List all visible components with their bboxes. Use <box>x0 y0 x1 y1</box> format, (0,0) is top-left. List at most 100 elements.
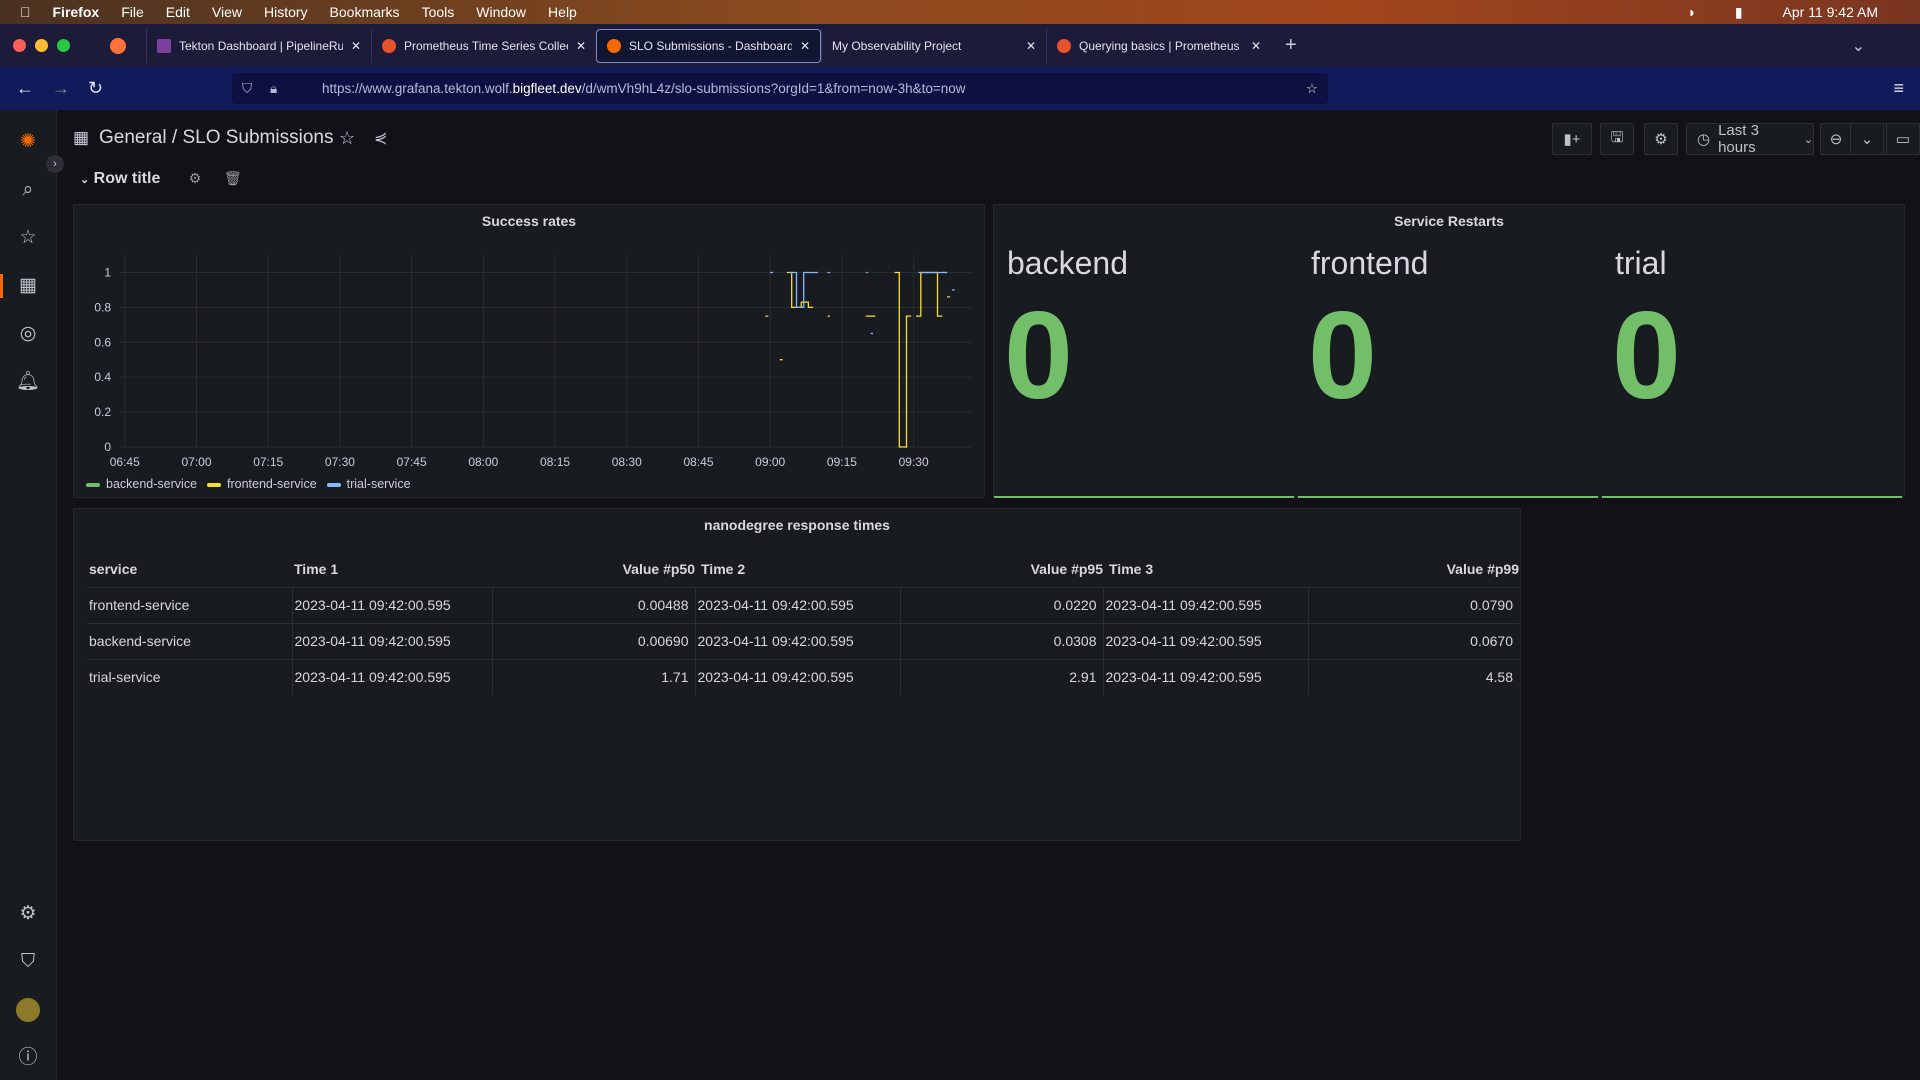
minimize-window-button[interactable] <box>35 39 48 52</box>
navigation-bar: ← → ↻ ⛉ 🔒︎ https://www.grafana.tekton.wo… <box>0 67 1920 110</box>
menu-tools[interactable]: Tools <box>422 4 455 20</box>
dashboard-grid-icon: ▦ <box>73 128 90 147</box>
prometheus-icon <box>382 38 396 53</box>
close-tab-icon[interactable]: ✕ <box>576 39 586 53</box>
configuration-gear-icon[interactable]: ⚙ <box>16 902 40 926</box>
success-rates-panel[interactable]: Success rates 0 0.2 0.4 0.6 0.8 1 06:45 07:00 07… <box>73 204 985 498</box>
dashboard-settings-button[interactable]: ⚙ <box>1644 123 1678 155</box>
tab-slo-submissions[interactable]: SLO Submissions - Dashboards ✕ <box>596 28 821 63</box>
chart-legend: backend-service frontend-service trial-s… <box>86 477 411 491</box>
tab-prometheus[interactable]: Prometheus Time Series Collection✕ <box>371 28 596 63</box>
table-row: backend-service 2023-04-11 09:42:00.595 0.… <box>87 622 1519 659</box>
breadcrumb: General / SLO Submissions <box>99 127 334 148</box>
page-title[interactable]: SLO Submissions <box>182 127 333 148</box>
app-menu-icon[interactable]: ≡ <box>1893 78 1904 99</box>
zoom-out-button[interactable]: ⊖ <box>1820 123 1852 155</box>
legend-backend[interactable]: backend-service <box>86 477 197 491</box>
table-row: frontend-service 2023-04-11 09:42:00.595 0… <box>87 586 1519 623</box>
server-admin-shield-icon[interactable]: ⛉ <box>16 950 40 974</box>
x-tick-label: 07:45 <box>397 455 427 469</box>
grafana-sidebar: ✺ › ⌕ ☆ ▦ ◎ 🔔︎ ⚙ ⛉ ⓘ <box>0 110 64 1080</box>
tab-observability-project[interactable]: My Observability Project ✕ <box>821 28 1046 63</box>
series-line-trial-service <box>770 271 955 335</box>
response-times-panel[interactable]: nanodegree response times service Time 1… <box>73 508 1521 841</box>
menu-window[interactable]: Window <box>476 4 526 20</box>
apple-icon[interactable]:  <box>20 4 31 20</box>
service-restarts-panel[interactable]: Service Restarts backend 0 frontend 0 tria… <box>993 204 1905 498</box>
explore-compass-icon[interactable]: ◎ <box>16 322 40 346</box>
save-dashboard-button[interactable]: 🖫︎ <box>1600 123 1634 155</box>
legend-frontend[interactable]: frontend-service <box>207 477 317 491</box>
time-picker[interactable]: ◷ Last 3 hours ⌄ <box>1686 122 1814 156</box>
new-tab-button[interactable]: + <box>1285 34 1297 57</box>
back-button[interactable]: ← <box>16 78 34 99</box>
menu-edit[interactable]: Edit <box>166 4 190 20</box>
dashboards-icon[interactable]: ▦ <box>16 274 40 298</box>
y-tick-label: 0.2 <box>94 405 111 419</box>
row-header[interactable]: ⌄ Row title ⚙ 🗑︎ <box>80 170 242 188</box>
close-tab-icon[interactable]: ✕ <box>1251 39 1261 53</box>
x-tick-label: 07:15 <box>253 455 283 469</box>
column-header[interactable]: Value #p95 <box>900 551 1103 587</box>
grafana-logo-icon[interactable]: ✺ <box>16 130 40 154</box>
firefox-icon[interactable] <box>110 37 126 54</box>
clock[interactable]: Apr 11 9:42 AM <box>1783 4 1878 20</box>
active-indicator <box>0 274 3 298</box>
menu-help[interactable]: Help <box>548 4 577 20</box>
panel-title: Service Restarts <box>1394 213 1504 229</box>
menu-view[interactable]: View <box>212 4 242 20</box>
shield-icon[interactable]: ⛉ <box>242 81 252 97</box>
lock-icon[interactable]: 🔒︎ <box>270 81 277 97</box>
url-field[interactable]: ⛉ 🔒︎ https://www.grafana.tekton.wolf. big… <box>232 73 1328 104</box>
close-tab-icon[interactable]: ✕ <box>351 39 361 53</box>
search-icon[interactable]: ⌕ <box>16 178 40 202</box>
zoom-window-button[interactable] <box>57 39 70 52</box>
close-tab-icon[interactable]: ✕ <box>800 39 810 53</box>
success-rates-chart[interactable]: 0 0.2 0.4 0.6 0.8 1 06:45 07:00 07:15 07:30 07:45 0… <box>74 205 986 499</box>
series-line-frontend-service <box>765 271 950 448</box>
tab-tekton[interactable]: Tekton Dashboard | PipelineRuns ✕ <box>146 28 371 63</box>
share-icon[interactable]: ⋞ <box>374 128 387 148</box>
clock-icon: ◷ <box>1697 131 1711 148</box>
tab-list-chevron-icon[interactable]: ⌄ <box>1852 36 1865 56</box>
stat-frontend: frontend 0 <box>1298 245 1598 498</box>
user-avatar[interactable] <box>16 998 40 1022</box>
starred-icon[interactable]: ☆ <box>16 226 40 250</box>
column-header[interactable]: service <box>87 551 292 587</box>
add-panel-button[interactable]: ▮+ <box>1552 123 1592 155</box>
row-delete-icon[interactable]: 🗑︎ <box>224 170 242 186</box>
menu-file[interactable]: File <box>121 4 144 20</box>
wifi-icon[interactable]: ◑ <box>1686 4 1694 20</box>
row-title: Row title <box>93 170 161 187</box>
y-tick-label: 0.8 <box>94 300 111 314</box>
tab-querying-basics[interactable]: Querying basics | Prometheus ✕ <box>1046 28 1271 63</box>
column-header[interactable]: Time 2 <box>695 551 900 587</box>
forward-button[interactable]: → <box>52 78 70 99</box>
refresh-interval-dropdown[interactable]: ⌄ <box>1850 123 1884 155</box>
column-header[interactable]: Value #p50 <box>492 551 695 587</box>
menu-history[interactable]: History <box>264 4 308 20</box>
column-header[interactable]: Value #p99 <box>1308 551 1519 587</box>
table-row: trial-service 2023-04-11 09:42:00.595 1.71… <box>87 658 1519 695</box>
column-header[interactable]: Time 3 <box>1103 551 1308 587</box>
response-times-table: service Time 1 Value #p50 Time 2 Value #… <box>87 551 1519 695</box>
x-tick-label: 08:15 <box>540 455 570 469</box>
row-settings-icon[interactable]: ⚙ <box>189 170 202 186</box>
battery-icon[interactable]: ▮ <box>1735 4 1743 21</box>
star-dashboard-icon[interactable]: ☆ <box>339 128 355 149</box>
legend-trial[interactable]: trial-service <box>326 477 411 491</box>
bookmark-star-icon[interactable]: ☆ <box>1306 81 1318 97</box>
reload-button[interactable]: ↻ <box>88 78 103 99</box>
chevron-down-icon: ⌄ <box>1803 133 1813 146</box>
x-tick-label: 06:45 <box>110 455 140 469</box>
menu-app[interactable]: Firefox <box>53 4 100 20</box>
close-tab-icon[interactable]: ✕ <box>1026 39 1036 53</box>
menu-bookmarks[interactable]: Bookmarks <box>330 4 400 20</box>
breadcrumb-folder[interactable]: General <box>99 127 167 148</box>
tv-mode-button[interactable]: ▭ <box>1886 123 1920 155</box>
close-window-button[interactable] <box>13 39 26 52</box>
column-header[interactable]: Time 1 <box>292 551 492 587</box>
help-icon[interactable]: ⓘ <box>16 1046 40 1070</box>
collapse-chevron-icon[interactable]: ⌄ <box>80 174 89 186</box>
alerting-bell-icon[interactable]: 🔔︎ <box>16 370 40 394</box>
